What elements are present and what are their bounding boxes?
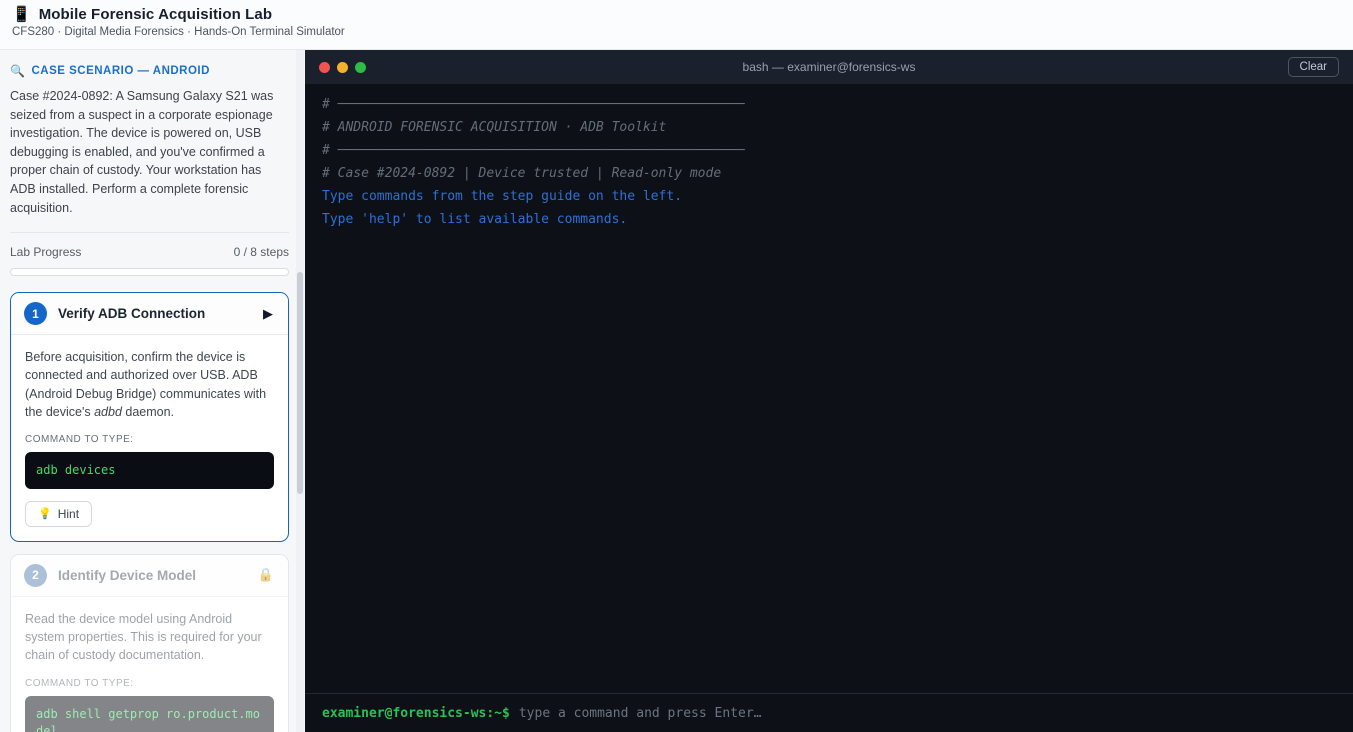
step-1-hint-button[interactable]: 💡 Hint (25, 500, 93, 527)
lab-progress-label: Lab Progress (10, 245, 82, 260)
step-card-1-verify-adb-connection: 1 Verify ADB Connection ▶ Before acquisi… (10, 292, 289, 542)
terminal-line: # ANDROID FORENSIC ACQUISITION · ADB Too… (322, 120, 667, 135)
lab-progress-section: Lab Progress 0 / 8 steps (10, 232, 289, 277)
terminal-line: Type 'help' to list available commands. (322, 212, 628, 227)
lightbulb-icon: 💡 (38, 508, 52, 521)
step-1-title: Verify ADB Connection (58, 306, 206, 322)
minimize-traffic-light-icon (337, 61, 348, 73)
terminal-prompt-bar: examiner@forensics-ws:~$ (305, 693, 1353, 732)
page-subtitle: CFS280 · Digital Media Forensics · Hands… (12, 26, 345, 38)
step-2-number-badge: 2 (24, 563, 47, 587)
step-1-description: Before acquisition, confirm the device i… (25, 350, 267, 419)
maximize-traffic-light-icon (355, 61, 366, 73)
case-scenario-panel: 🔍 CASE SCENARIO — ANDROID Case #2024-089… (10, 64, 289, 217)
terminal-titlebar: bash — examiner@forensics-ws Clear (305, 50, 1353, 84)
lab-progress-bar (10, 268, 289, 277)
step-1-number-badge: 1 (24, 302, 47, 326)
sidebar-scrollbar-track[interactable] (296, 50, 304, 732)
clear-terminal-button[interactable]: Clear (1287, 57, 1339, 77)
traffic-lights (319, 61, 366, 73)
step-1-hint-label: Hint (57, 506, 80, 521)
shell-prompt-label: examiner@forensics-ws:~$ (322, 705, 510, 721)
close-traffic-light-icon (319, 61, 330, 73)
terminal-output: # ──────────────────────────────────────… (305, 84, 1353, 693)
command-input[interactable] (518, 705, 1336, 721)
search-icon: 🔍 (10, 64, 26, 78)
step-2-header: 2 Identify Device Model 🔒 (11, 554, 288, 597)
terminal-line: # ──────────────────────────────────────… (322, 143, 745, 158)
lab-progress-count: 0 / 8 steps (233, 245, 289, 260)
case-scenario-description: Case #2024-0892: A Samsung Galaxy S21 wa… (10, 89, 274, 215)
step-1-command-code: adb devices (25, 451, 274, 489)
app-header: 📱 Mobile Forensic Acquisition Lab CFS280… (0, 0, 1353, 50)
mobile-phone-icon: 📱 (12, 6, 31, 23)
case-scenario-heading: 🔍 CASE SCENARIO — ANDROID (10, 64, 289, 78)
page-title: Mobile Forensic Acquisition Lab (38, 6, 273, 23)
app-root: 📱 Mobile Forensic Acquisition Lab CFS280… (0, 0, 1353, 732)
step-1-header[interactable]: 1 Verify ADB Connection ▶ (11, 293, 288, 336)
step-2-command-code: adb shell getprop ro.product.model (25, 695, 274, 732)
terminal-line: # ──────────────────────────────────────… (322, 97, 745, 112)
step-card-2-identify-device-model: 2 Identify Device Model 🔒 Read the devic… (10, 553, 289, 732)
play-icon[interactable]: ▶ (263, 306, 275, 322)
step-2-title: Identify Device Model (58, 567, 197, 583)
step-1-command-label: COMMAND TO TYPE: (25, 433, 134, 445)
terminal-panel: bash — examiner@forensics-ws Clear # ───… (305, 50, 1353, 732)
sidebar-scrollbar-thumb[interactable] (297, 272, 303, 494)
case-scenario-heading-label: CASE SCENARIO — ANDROID (31, 65, 210, 77)
step-guide-sidebar: 🔍 CASE SCENARIO — ANDROID Case #2024-089… (0, 50, 305, 732)
terminal-line: Type commands from the step guide on the… (322, 189, 683, 204)
step-2-command-label: COMMAND TO TYPE: (25, 677, 134, 689)
lock-icon: 🔒 (257, 567, 274, 583)
terminal-title: bash — examiner@forensics-ws (742, 60, 916, 74)
step-2-description: Read the device model using Android syst… (25, 611, 262, 663)
terminal-line: # Case #2024-0892 | Device trusted | Rea… (322, 166, 722, 181)
